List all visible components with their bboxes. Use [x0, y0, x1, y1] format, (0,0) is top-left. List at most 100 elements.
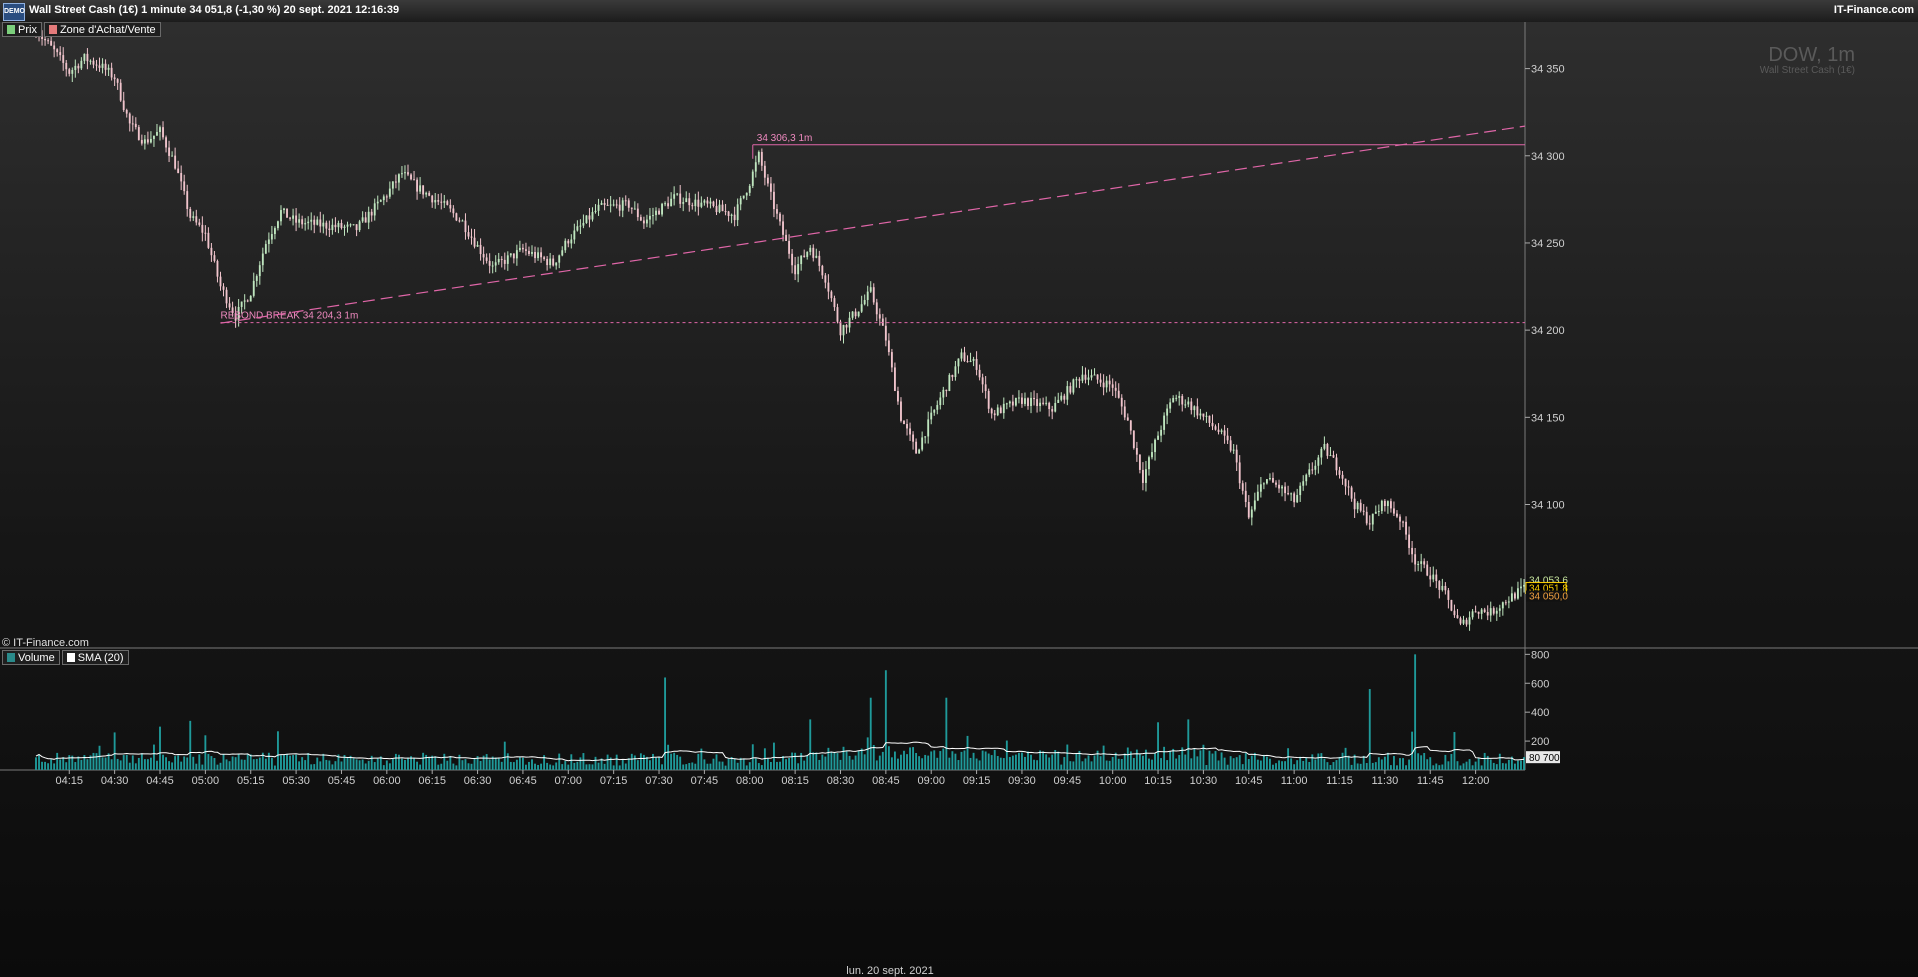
candle-body [509, 253, 512, 256]
candle-body [721, 204, 724, 212]
candle-body [1368, 523, 1371, 525]
candle-body [836, 307, 839, 322]
candle-body [92, 60, 95, 65]
volume-bar [521, 757, 524, 770]
candle-body [999, 407, 1002, 414]
volume-bar [1048, 757, 1051, 770]
candle-body [174, 155, 177, 169]
candle-body [872, 287, 875, 303]
candle-body [939, 397, 942, 406]
candle-body [65, 62, 68, 70]
legend-item-zone[interactable]: Zone d'Achat/Vente [43, 22, 161, 37]
candle-body [1069, 386, 1072, 393]
candle-body [561, 250, 564, 256]
candle-body [319, 219, 322, 227]
volume-bar [461, 760, 464, 770]
volume-bar [153, 744, 155, 770]
volume-bar [509, 761, 512, 770]
volume-bar [978, 760, 981, 770]
volume-bar [295, 754, 298, 770]
chart-canvas[interactable]: 34 350 34 300 34 250 34 200 34 150 34 100 800 6… [0, 22, 1918, 977]
candle-body [1021, 397, 1023, 404]
candle-body [1135, 448, 1138, 455]
legend-item-price[interactable]: Prix [2, 22, 42, 37]
candle-body [83, 53, 86, 61]
volume-bar [981, 750, 984, 770]
volume-bar [74, 762, 77, 770]
candle-body [1489, 608, 1492, 616]
candle-body [328, 228, 331, 231]
candle-body [304, 223, 307, 225]
volume-bar [649, 760, 651, 770]
candle-body [104, 63, 107, 70]
candle-body [1220, 430, 1223, 432]
candle-body [407, 172, 409, 175]
volume-bar [1311, 754, 1314, 770]
volume-bar [137, 757, 140, 770]
volume-bar [878, 755, 881, 770]
candle-body [981, 377, 984, 385]
volume-bar [1027, 751, 1029, 770]
volume-bar [1057, 751, 1060, 770]
volume-bar [1024, 756, 1026, 770]
price-tick-label: 34 300 [1531, 151, 1565, 163]
candle-body [50, 40, 53, 46]
volume-bar [1114, 752, 1117, 770]
candle-body [1408, 534, 1411, 548]
volume-bar [1329, 764, 1332, 770]
volume-bar [1178, 755, 1181, 770]
volume-bar [180, 761, 183, 770]
candle-body [1226, 435, 1229, 441]
volume-bar [385, 760, 388, 770]
candle-body [1235, 449, 1238, 463]
candle-body [59, 52, 62, 56]
candle-body [1093, 374, 1096, 376]
candle-body [1105, 380, 1108, 388]
volume-bar [413, 757, 415, 770]
resistance-label: 34 306,3 1m [757, 133, 813, 144]
candle-body [1417, 563, 1420, 565]
candle-body [936, 405, 939, 410]
copyright-label: © IT-Finance.com [2, 637, 89, 649]
volume-bar [736, 762, 739, 770]
candle-body [930, 412, 933, 420]
volume-bar [636, 760, 639, 770]
volume-bar [555, 762, 558, 770]
volume-bar [1405, 765, 1407, 770]
volume-bar [645, 756, 648, 770]
volume-bar [1120, 759, 1123, 770]
volume-bar [1389, 765, 1392, 770]
candle-body [1365, 511, 1368, 524]
legend-item-volume[interactable]: Volume [2, 650, 60, 665]
volume-bar [733, 758, 736, 770]
volume-bar [361, 759, 364, 770]
chart-area[interactable]: 34 350 34 300 34 250 34 200 34 150 34 100 800 6… [0, 22, 1918, 977]
candle-body [1265, 479, 1268, 484]
volume-bar [703, 759, 706, 770]
volume-bar [104, 757, 107, 770]
volume-bar [1432, 765, 1435, 770]
candle-body [555, 262, 558, 266]
candle-body [603, 203, 606, 205]
candle-body [394, 181, 397, 183]
volume-bar [331, 764, 334, 770]
candle-body [1096, 374, 1099, 380]
volume-bar [893, 751, 896, 770]
candle-body [491, 265, 494, 267]
legend-item-sma[interactable]: SMA (20) [61, 650, 129, 665]
candle-body [1474, 611, 1477, 613]
volume-bar [1371, 762, 1374, 770]
volume-bar [718, 761, 721, 770]
volume-bar [122, 755, 125, 770]
candle-body [830, 291, 833, 299]
candle-body [512, 253, 515, 259]
candle-body [1208, 415, 1211, 423]
candle-body [1459, 618, 1462, 624]
volume-bar [1160, 758, 1163, 770]
volume-bar [255, 758, 258, 770]
volume-bar [1426, 759, 1429, 770]
volume-bar [630, 753, 633, 770]
volume-bar [1468, 759, 1471, 770]
volume-bar [1250, 755, 1253, 770]
candle-body [310, 219, 313, 222]
